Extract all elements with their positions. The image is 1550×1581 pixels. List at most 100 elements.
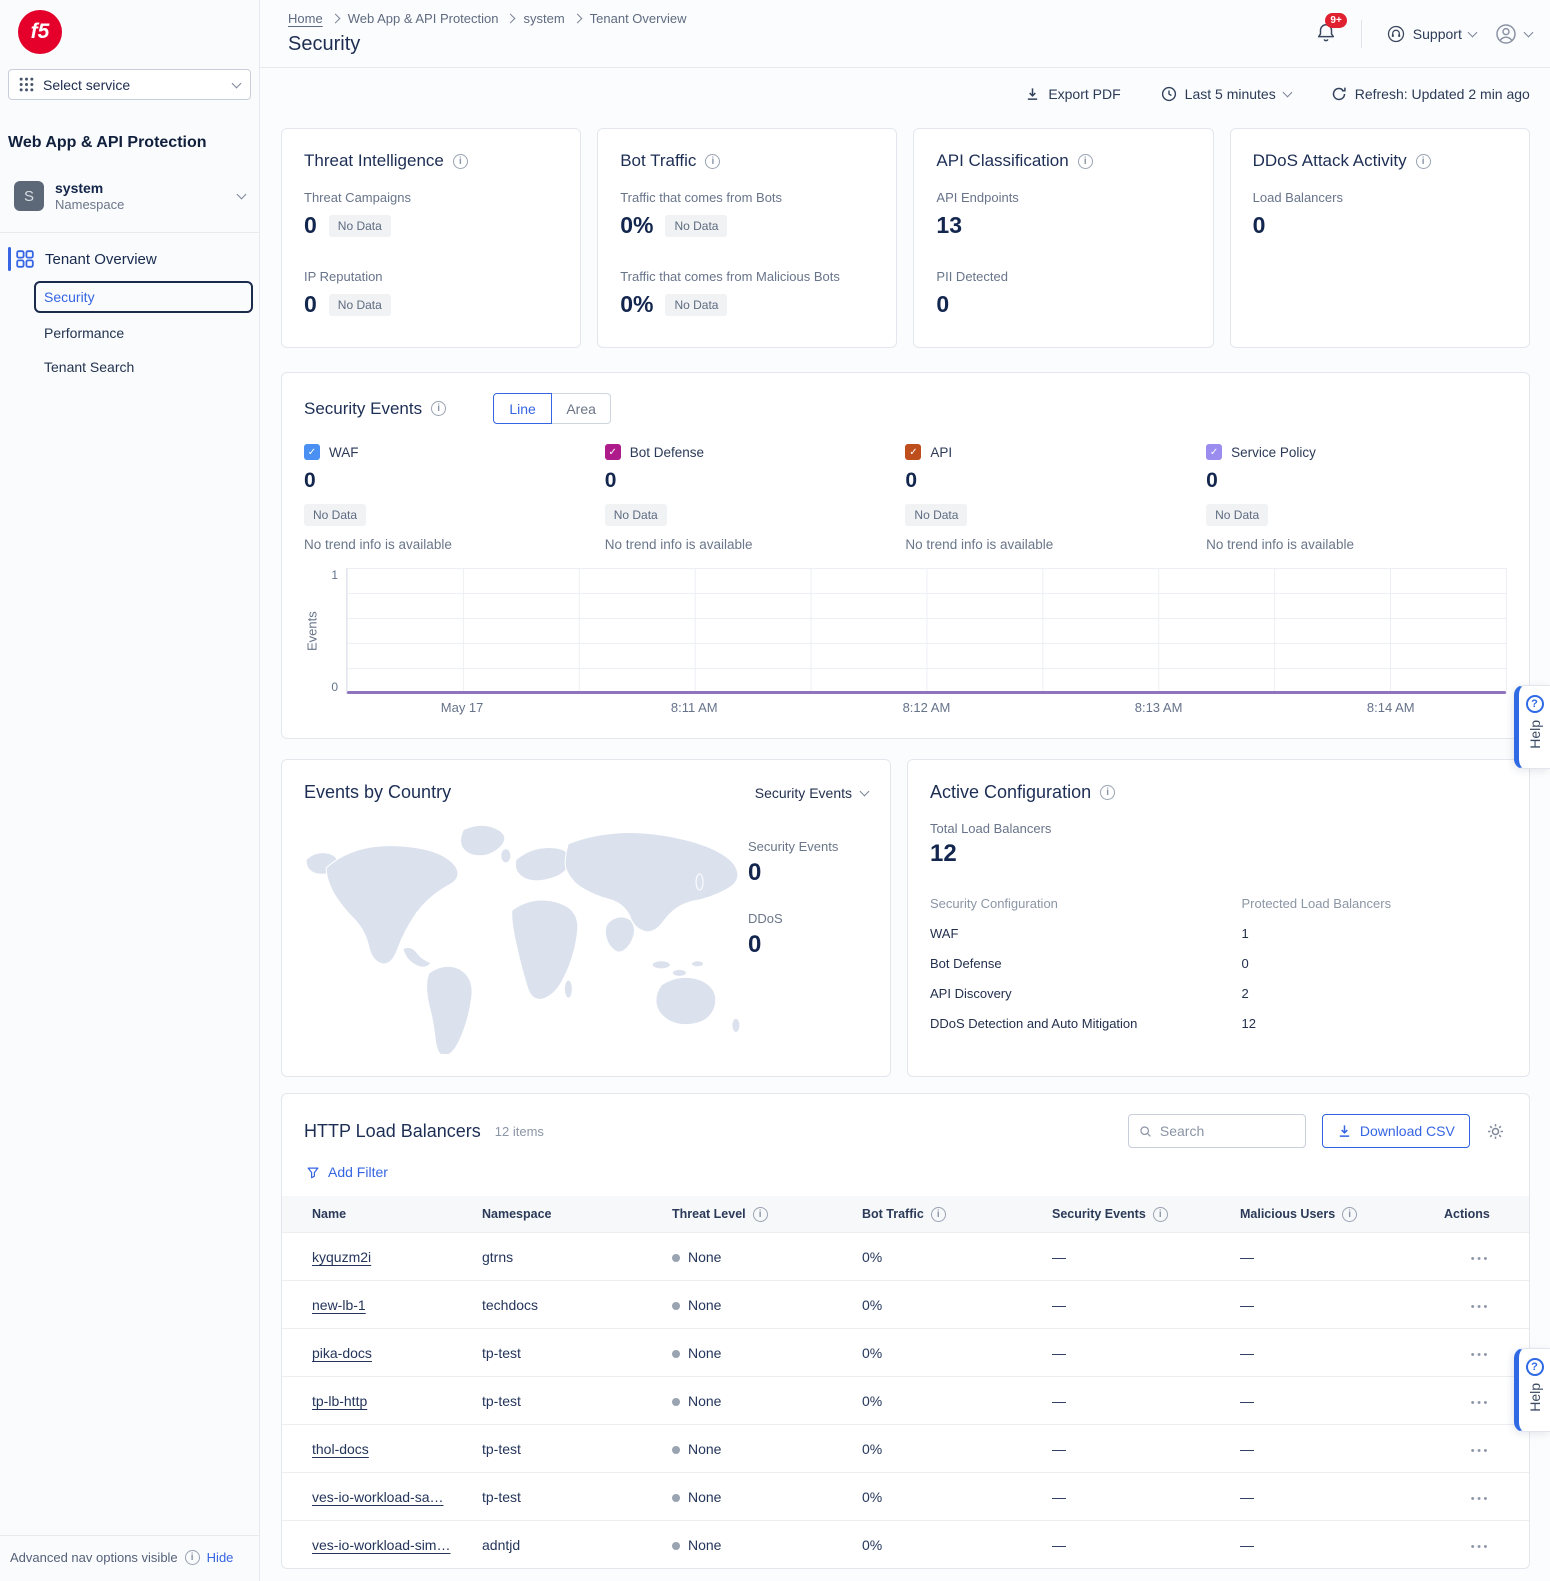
support-menu[interactable]: Support [1386, 24, 1476, 44]
info-icon[interactable] [1100, 785, 1115, 800]
lb-name-link[interactable]: pika-docs [312, 1345, 372, 1361]
lb-name-link[interactable]: ves-io-workload-sa… [312, 1489, 443, 1505]
legend-item-bot-defense: Bot Defense 0 No Data No trend info is a… [605, 444, 906, 552]
content: Export PDF Last 5 minutes Refresh: Up [260, 68, 1550, 1581]
service-policy-checkbox[interactable] [1206, 444, 1222, 460]
row-actions-menu[interactable] [1471, 1253, 1490, 1265]
chevron-down-icon [1467, 27, 1477, 37]
row-actions-menu[interactable] [1471, 1301, 1490, 1313]
info-icon[interactable] [431, 401, 446, 416]
no-data-badge: No Data [665, 294, 727, 316]
chevron-down-icon [237, 190, 247, 200]
lb-name-link[interactable]: thol-docs [312, 1441, 369, 1457]
waf-checkbox[interactable] [304, 444, 320, 460]
search-input[interactable] [1160, 1123, 1295, 1139]
metric-value: 13 [936, 212, 962, 239]
tenant-overview-icon [16, 250, 34, 268]
account-menu[interactable] [1494, 22, 1532, 46]
service-section-title: Web App & API Protection [8, 134, 251, 152]
help-tab[interactable]: ? Help [1514, 685, 1550, 769]
lb-malicious-users: — [1240, 1441, 1444, 1457]
sidebar-item-tenant-search[interactable]: Tenant Search [34, 351, 253, 383]
table-row: ves-io-workload-sa… tp-test None 0% — — [282, 1472, 1529, 1520]
chevron-down-icon [1523, 27, 1533, 37]
breadcrumb-waap[interactable]: Web App & API Protection [348, 11, 499, 26]
map-stats: Security Events 0 DDoS 0 [748, 809, 868, 1054]
api-classification-card: API Classification API Endpoints 13 PII … [913, 128, 1213, 348]
stat-value: 0 [748, 931, 868, 959]
notifications-button[interactable]: 9+ [1315, 18, 1337, 49]
info-icon[interactable] [1078, 154, 1093, 169]
row-actions-menu[interactable] [1471, 1349, 1490, 1361]
sidebar: f5 Select service Web App & API Protecti… [0, 0, 260, 1581]
map-metric-dropdown[interactable]: Security Events [755, 785, 868, 801]
breadcrumb-system[interactable]: system [523, 11, 564, 26]
info-icon[interactable] [705, 154, 720, 169]
help-label: Help [1527, 1383, 1543, 1412]
threat-level-dot-icon [672, 1302, 680, 1310]
lb-name-link[interactable]: new-lb-1 [312, 1297, 366, 1313]
help-label: Help [1527, 720, 1543, 749]
info-icon[interactable] [185, 1550, 200, 1565]
series-value: 0 [905, 469, 1206, 493]
bot-defense-checkbox[interactable] [605, 444, 621, 460]
info-icon[interactable] [1342, 1207, 1357, 1222]
total-lb-label: Total Load Balancers [930, 821, 1507, 836]
info-icon[interactable] [1416, 154, 1431, 169]
lb-name-link[interactable]: ves-io-workload-sim… [312, 1537, 450, 1553]
breadcrumb-tenant-overview[interactable]: Tenant Overview [590, 11, 687, 26]
gear-icon[interactable] [1486, 1122, 1505, 1141]
http-load-balancers-card: HTTP Load Balancers 12 items [281, 1093, 1530, 1569]
x-tick: May 17 [441, 700, 484, 715]
namespace-selector[interactable]: S system Namespace [8, 174, 251, 218]
table-row: new-lb-1 techdocs None 0% — — [282, 1280, 1529, 1328]
sidebar-item-performance[interactable]: Performance [34, 317, 253, 349]
info-icon[interactable] [453, 154, 468, 169]
series-value: 0 [605, 469, 906, 493]
threat-level-dot-icon [672, 1446, 680, 1454]
row-actions-menu[interactable] [1471, 1397, 1490, 1409]
info-icon[interactable] [753, 1207, 768, 1222]
lb-malicious-users: — [1240, 1393, 1444, 1409]
info-icon[interactable] [1153, 1207, 1168, 1222]
col-namespace: Namespace [482, 1207, 552, 1221]
lb-namespace: tp-test [482, 1393, 672, 1409]
lb-threat-level: None [672, 1537, 862, 1553]
legend-item-api: API 0 No Data No trend info is available [905, 444, 1206, 552]
info-icon[interactable] [931, 1207, 946, 1222]
namespace-name: system [55, 180, 124, 196]
select-service-dropdown[interactable]: Select service [8, 69, 251, 100]
select-service-label: Select service [43, 77, 130, 93]
row-actions-menu[interactable] [1471, 1541, 1490, 1553]
chevron-right-icon [572, 14, 582, 24]
sidebar-item-security[interactable]: Security [34, 281, 253, 313]
chevron-right-icon [506, 14, 516, 24]
toggle-line-button[interactable]: Line [493, 393, 552, 424]
hide-nav-button[interactable]: Hide [207, 1550, 234, 1565]
nav-tenant-overview[interactable]: Tenant Overview [0, 243, 259, 275]
chart-y-axis-label: Events [304, 568, 320, 694]
row-actions-menu[interactable] [1471, 1493, 1490, 1505]
metric-value: 0 [304, 291, 317, 318]
breadcrumb-home[interactable]: Home [288, 11, 323, 26]
api-checkbox[interactable] [905, 444, 921, 460]
security-events-card: Security Events Line Area WAF 0 No [281, 372, 1530, 739]
download-csv-button[interactable]: Download CSV [1322, 1114, 1470, 1148]
row-actions-menu[interactable] [1471, 1445, 1490, 1457]
add-filter-button[interactable]: Add Filter [306, 1164, 1529, 1180]
time-range-dropdown[interactable]: Last 5 minutes [1161, 86, 1291, 102]
lb-name-link[interactable]: kyquzm2i [312, 1249, 371, 1265]
lb-malicious-users: — [1240, 1537, 1444, 1553]
lb-malicious-users: — [1240, 1249, 1444, 1265]
lb-malicious-users: — [1240, 1489, 1444, 1505]
lb-security-events: — [1052, 1297, 1240, 1313]
lb-name-link[interactable]: tp-lb-http [312, 1393, 367, 1409]
export-pdf-button[interactable]: Export PDF [1025, 86, 1120, 102]
col-actions: Actions [1444, 1207, 1490, 1221]
help-tab[interactable]: ? Help [1514, 1348, 1550, 1432]
col-bot-traffic: Bot Traffic [862, 1207, 924, 1221]
threat-level-dot-icon [672, 1350, 680, 1358]
lb-search [1128, 1114, 1306, 1148]
toggle-area-button[interactable]: Area [552, 393, 611, 424]
refresh-button[interactable]: Refresh: Updated 2 min ago [1331, 86, 1530, 102]
